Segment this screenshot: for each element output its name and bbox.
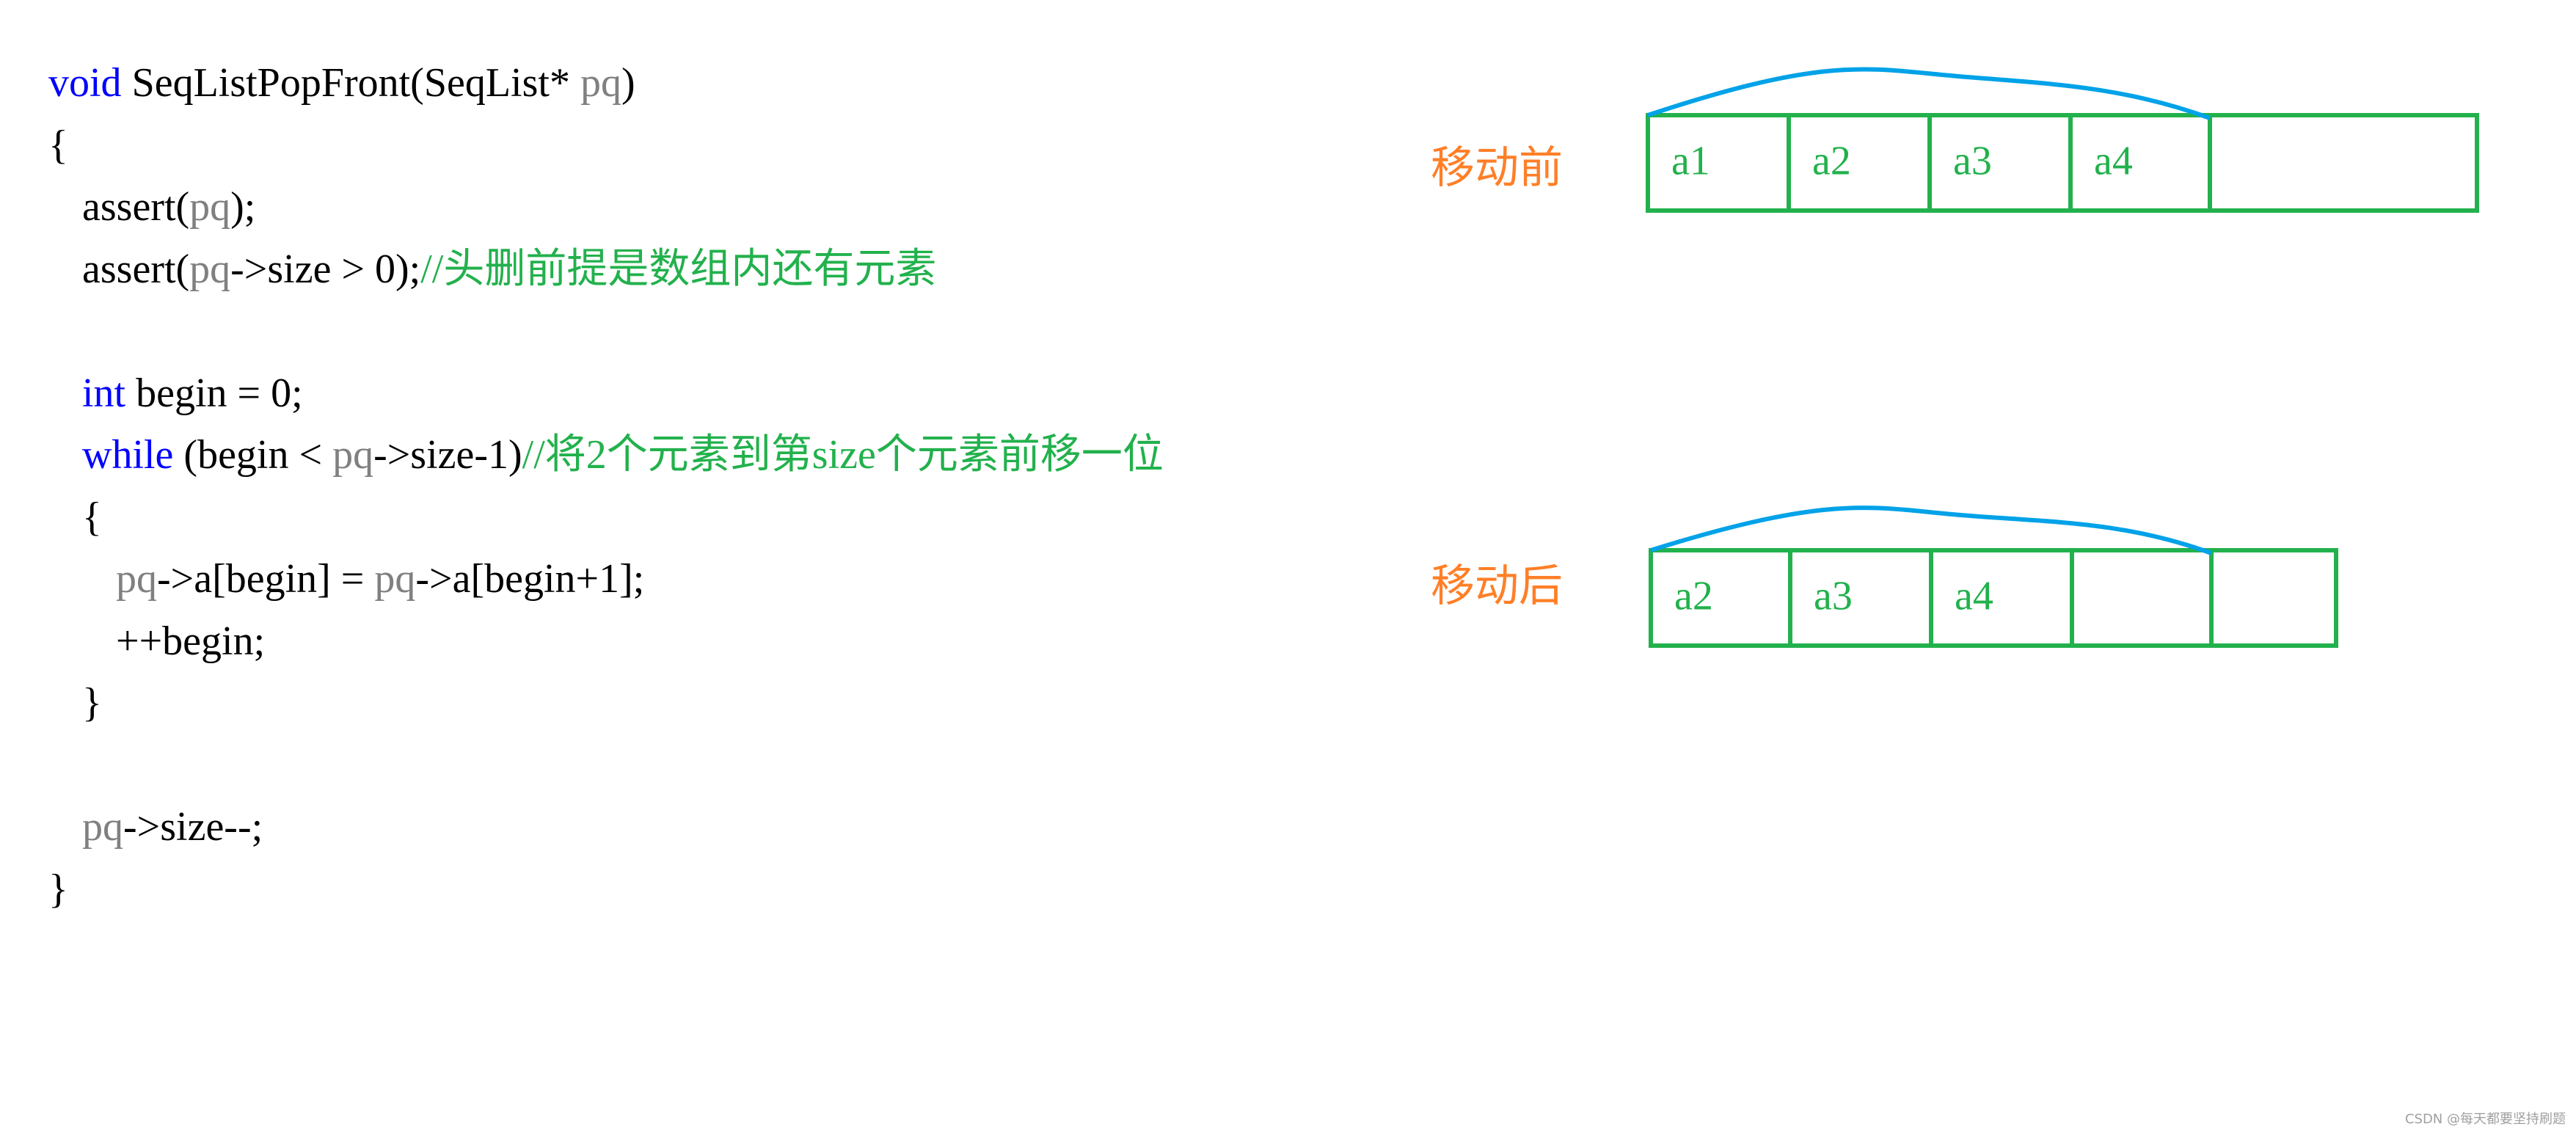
array-cell-value: a4 (1955, 574, 1993, 619)
array-diagrams: a1 a2 a3 a4 a2 a3 a4 (1646, 67, 2479, 648)
array-cell-value: a2 (1674, 574, 1713, 619)
array-cell (2209, 548, 2338, 648)
array-cell-value: a4 (2094, 139, 2133, 184)
array-cell (1788, 548, 1933, 648)
array-cell-value: a3 (1814, 574, 1853, 619)
array-cell (2070, 548, 2214, 648)
array-cell (2068, 113, 2212, 213)
array-after: a2 a3 a4 (1649, 506, 2338, 648)
array-cell-value: a3 (1953, 139, 1992, 184)
array-cell (1646, 113, 1791, 213)
array-cell (1929, 548, 2074, 648)
array-cell-value: a2 (1812, 139, 1851, 184)
array-cell (2208, 113, 2479, 213)
array-before: a1 a2 a3 a4 (1646, 67, 2479, 213)
array-cell (1649, 548, 1792, 648)
move-arc (1650, 506, 2213, 555)
array-cell-value: a1 (1671, 139, 1710, 184)
move-arc (1647, 67, 2211, 120)
watermark: CSDN @每天都要坚持刷题 (2404, 1112, 2566, 1127)
array-cell (1787, 113, 1932, 213)
array-cell (1927, 113, 2073, 213)
